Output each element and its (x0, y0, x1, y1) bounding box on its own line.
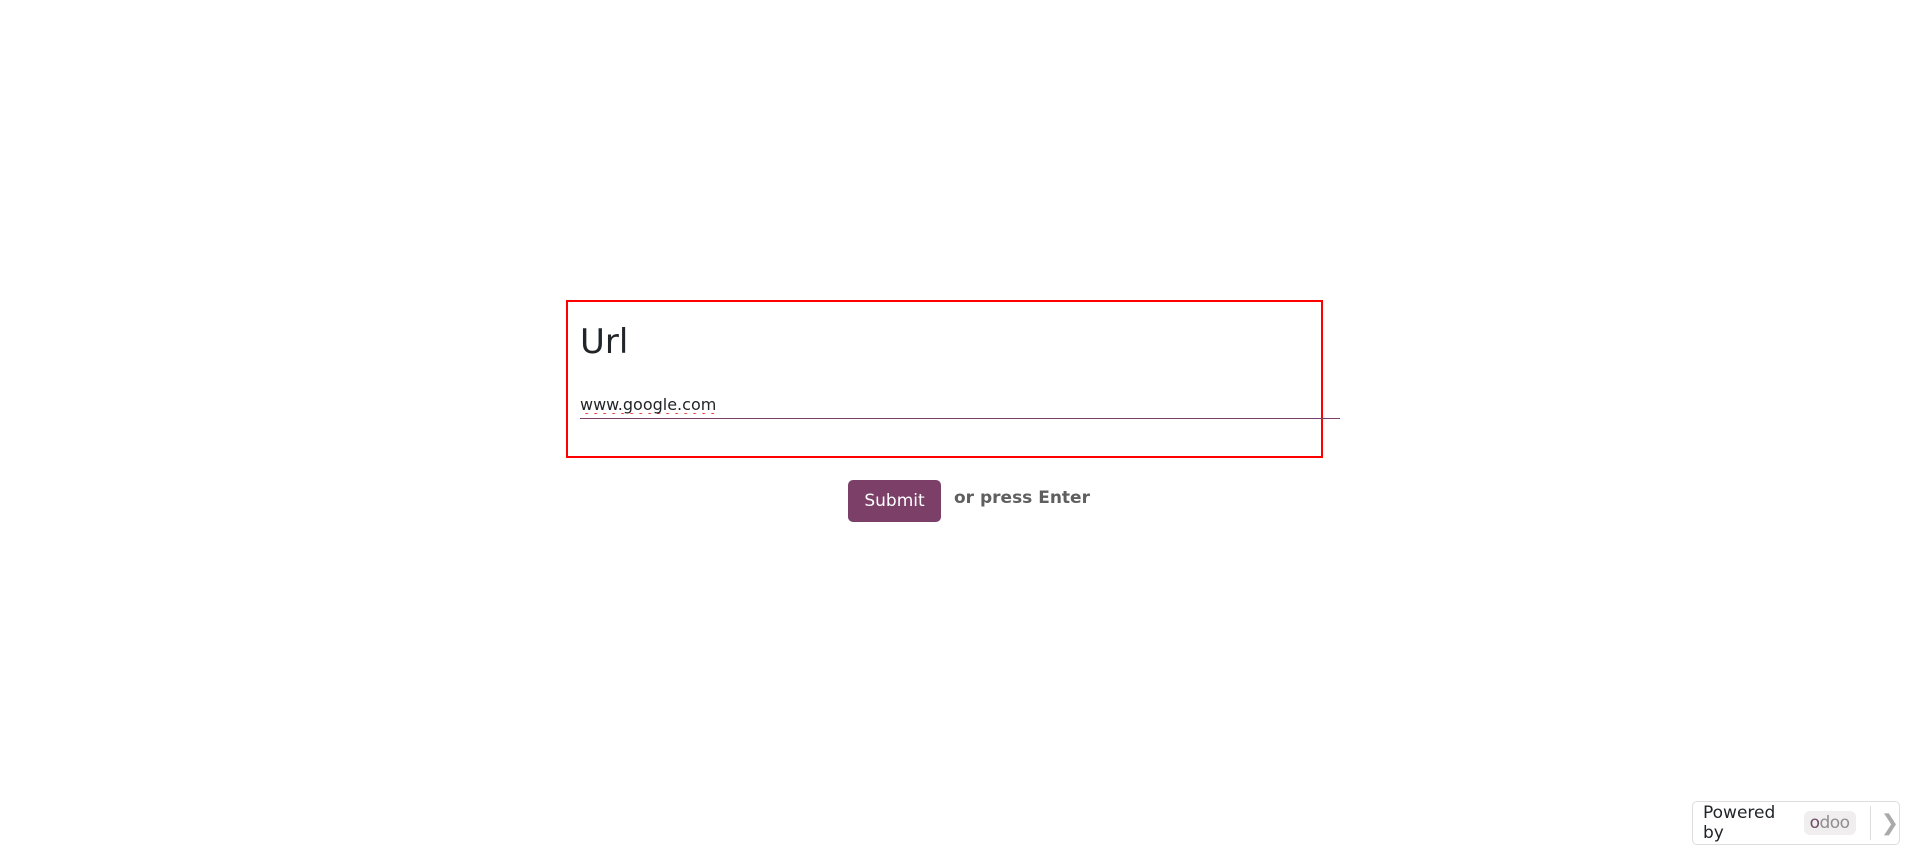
logo-first-letter: o (1809, 813, 1820, 833)
press-enter-hint: or press Enter (954, 488, 1090, 508)
question-title: Url (580, 322, 629, 362)
odoo-logo[interactable]: odoo (1803, 811, 1856, 835)
divider (1869, 806, 1871, 840)
url-input[interactable] (580, 390, 1340, 419)
chevron-right-icon[interactable]: ❯ (1881, 811, 1899, 836)
powered-by-label: Powered by (1703, 803, 1776, 843)
powered-by-badge[interactable]: Powered by odoo ❯ (1692, 801, 1900, 845)
highlight-frame (566, 300, 1323, 458)
submit-button[interactable]: Submit (848, 480, 941, 522)
logo-rest: doo (1819, 813, 1850, 833)
